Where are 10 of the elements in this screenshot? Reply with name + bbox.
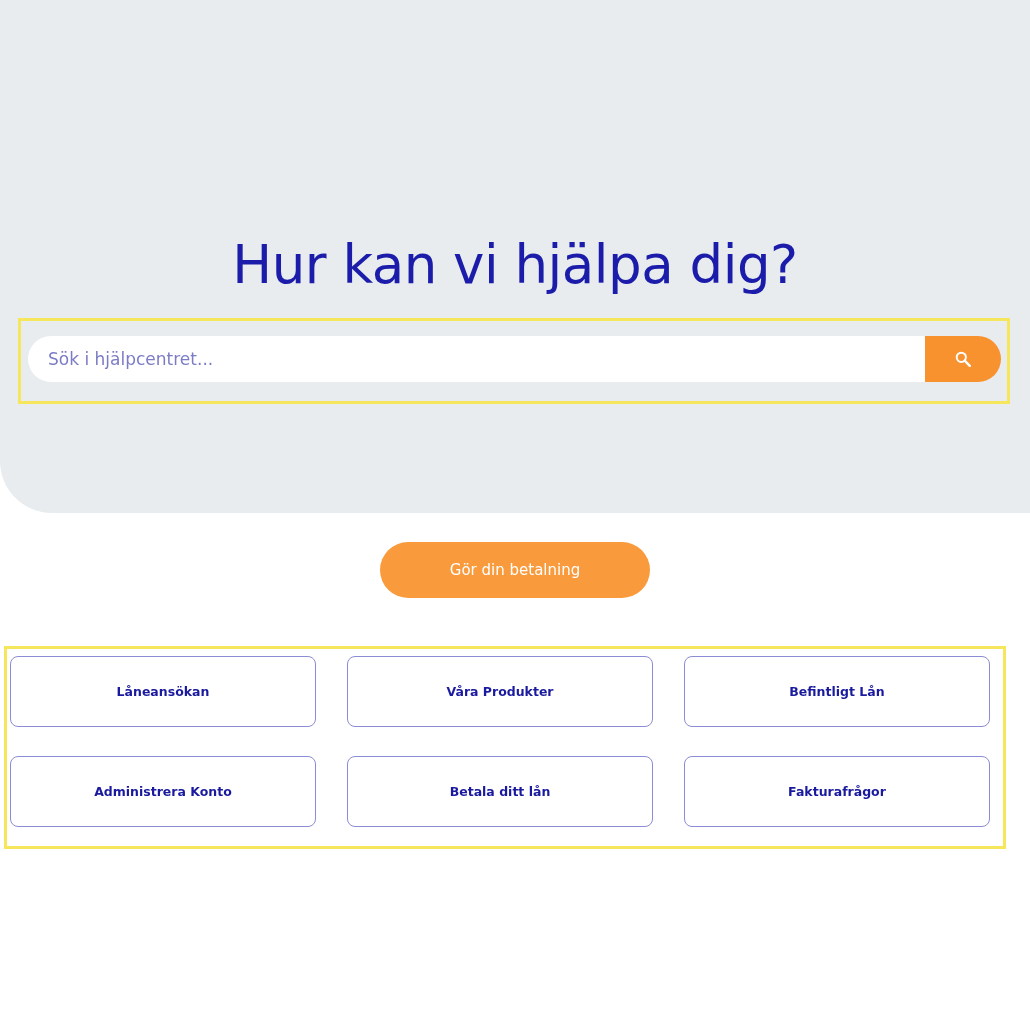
category-card[interactable]: Fakturafrågor	[684, 756, 990, 827]
search-icon	[955, 351, 971, 367]
category-card[interactable]: Betala ditt lån	[347, 756, 653, 827]
search-field[interactable]: Sök i hjälpcentret...	[28, 336, 925, 382]
category-card[interactable]: Befintligt Lån	[684, 656, 990, 727]
category-card[interactable]: Låneansökan	[10, 656, 316, 727]
page-title: Hur kan vi hjälpa dig?	[232, 233, 798, 297]
category-card[interactable]: Administrera Konto	[10, 756, 316, 827]
search-button[interactable]	[925, 336, 1001, 382]
category-card[interactable]: Våra Produkter	[347, 656, 653, 727]
